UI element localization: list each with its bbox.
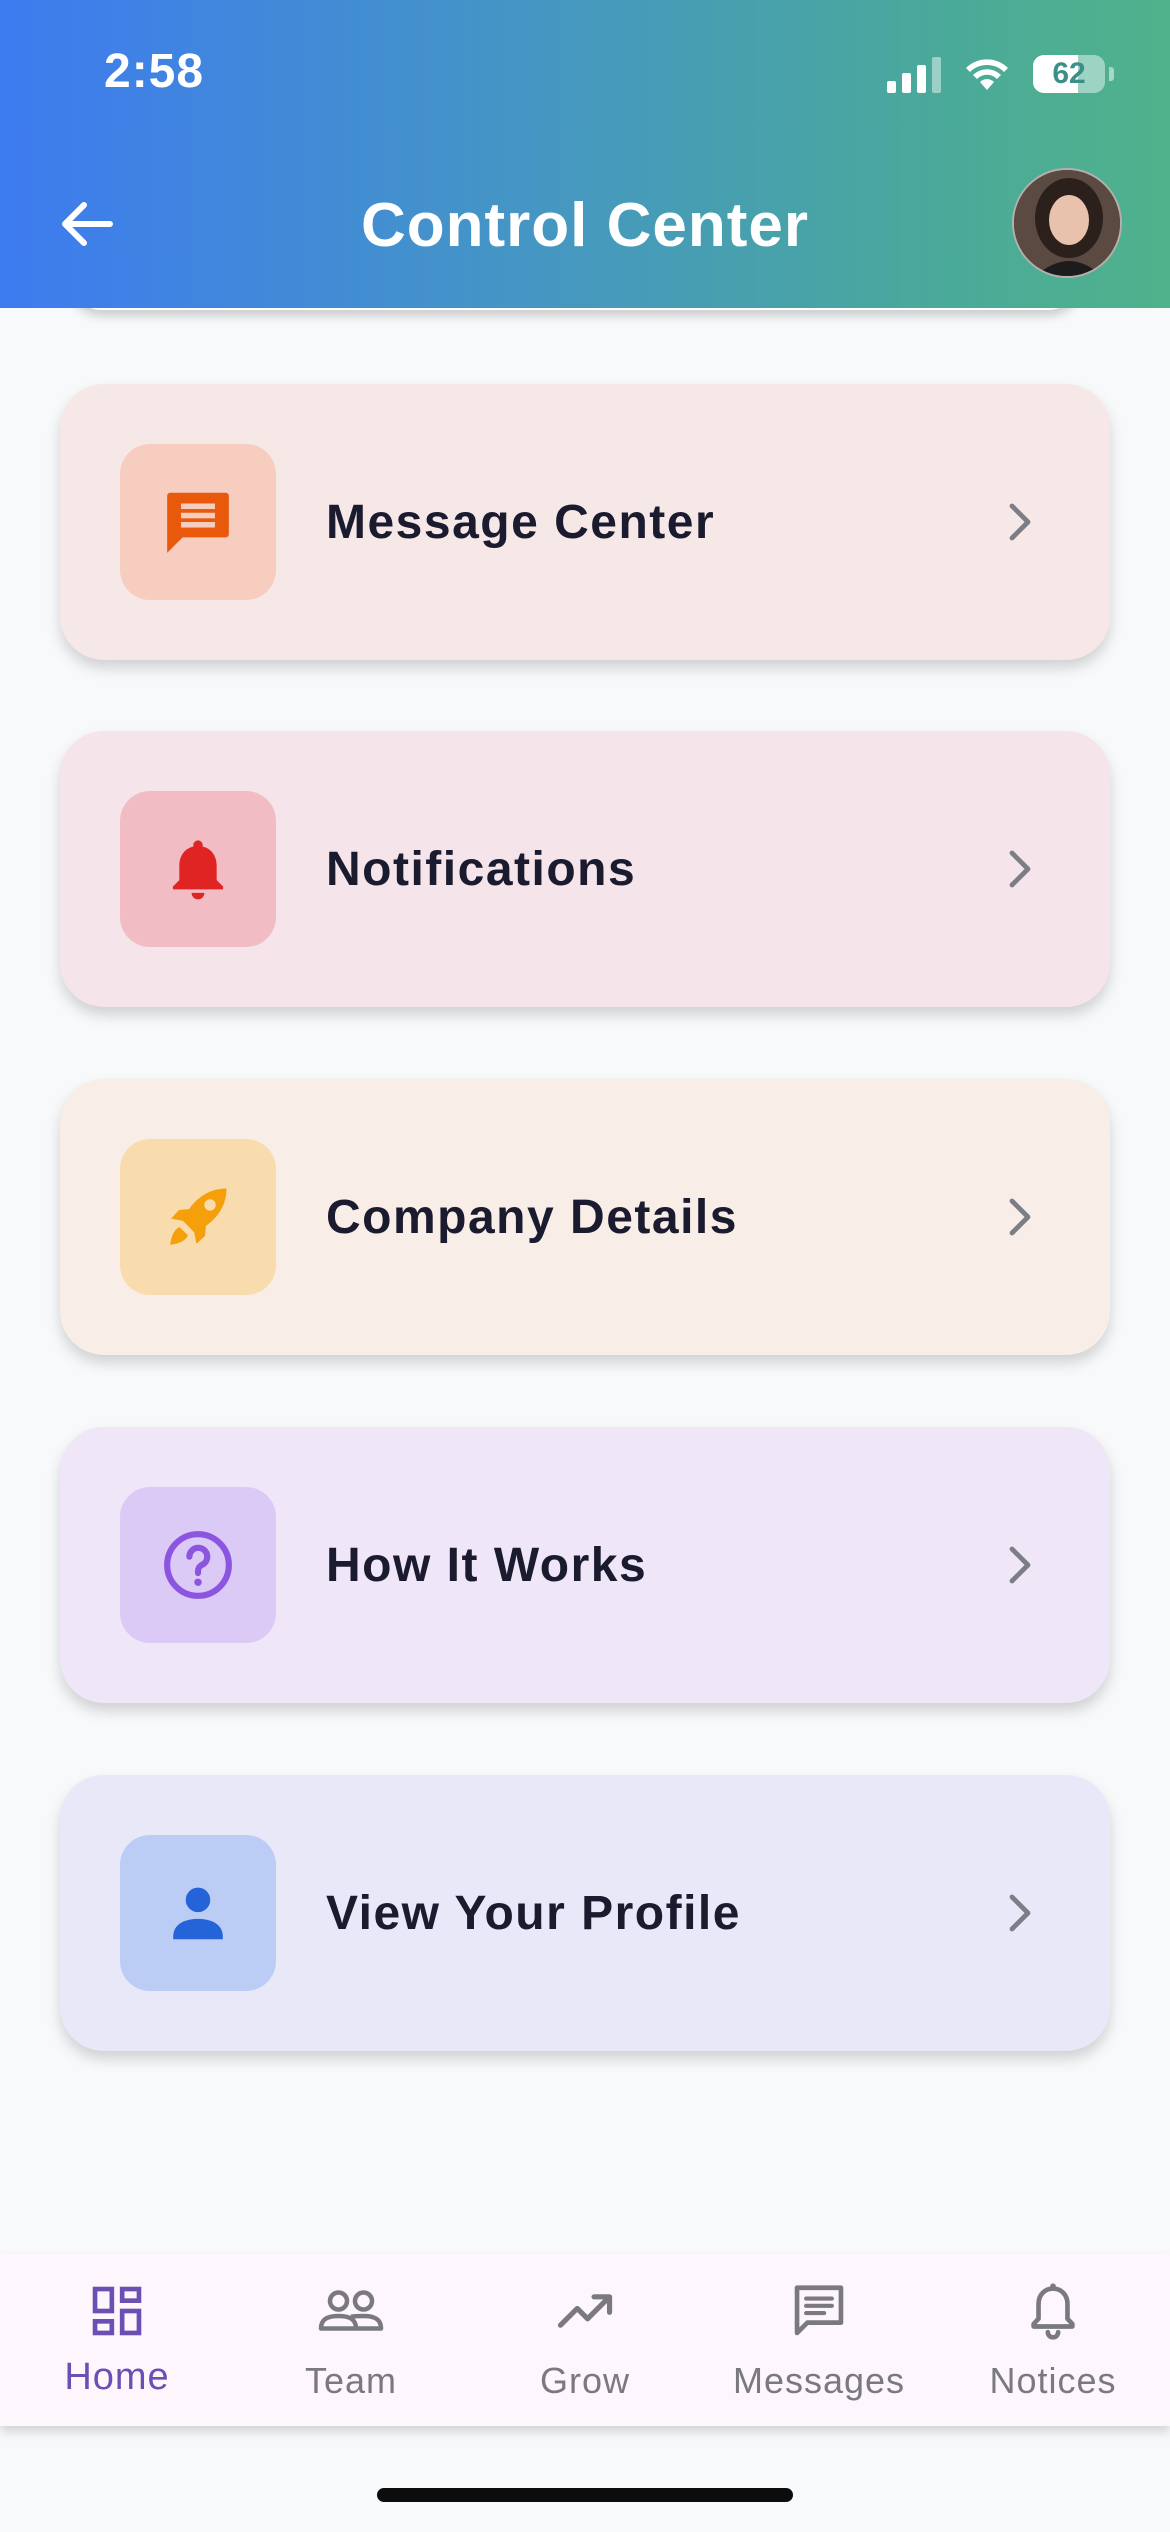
nav-item-home[interactable]: Home: [0, 2254, 234, 2426]
status-time: 2:58: [104, 45, 205, 98]
chevron-right-icon: [1009, 1546, 1031, 1584]
nav-item-team[interactable]: Team: [234, 2254, 468, 2426]
menu-item-message-center[interactable]: Message Center: [60, 384, 1110, 660]
icon-box: [120, 1487, 276, 1643]
page-title: Control Center: [361, 191, 809, 260]
bottom-navigation: Home Team Grow Messages Notices: [0, 2254, 1170, 2426]
bell-outline-icon: [1031, 2283, 1075, 2340]
chat-icon: [794, 2285, 844, 2336]
menu-item-label: Message Center: [326, 495, 716, 549]
icon-box: [120, 1835, 276, 1991]
menu-item-view-profile[interactable]: View Your Profile: [60, 1775, 1110, 2051]
menu-item-company-details[interactable]: Company Details: [60, 1079, 1110, 1355]
person-icon: [173, 1887, 223, 1940]
nav-item-grow[interactable]: Grow: [468, 2254, 702, 2426]
trending-up-icon: [557, 2294, 613, 2328]
menu-item-label: How It Works: [326, 1538, 648, 1592]
nav-label: Notices: [989, 2360, 1117, 2401]
rocket-icon: [170, 1188, 227, 1245]
message-icon: [167, 492, 229, 553]
battery-percent: 62: [1052, 57, 1086, 90]
menu-item-label: Company Details: [326, 1190, 738, 1244]
chevron-right-icon: [1009, 1894, 1031, 1932]
nav-label: Messages: [732, 2360, 906, 2401]
menu-item-notifications[interactable]: Notifications: [60, 731, 1110, 1007]
nav-label: Home: [64, 2356, 170, 2398]
app-header: 2:58 62 Control Center: [0, 0, 1170, 308]
cellular-signal-icon: [887, 55, 941, 93]
chevron-right-icon: [1009, 503, 1031, 541]
chevron-right-icon: [1009, 850, 1031, 888]
dashboard-icon: [92, 2286, 142, 2336]
menu-item-label: Notifications: [326, 842, 637, 896]
icon-box: [120, 1139, 276, 1295]
team-icon: [318, 2290, 384, 2331]
nav-item-messages[interactable]: Messages: [702, 2254, 936, 2426]
battery-nub: [1109, 67, 1114, 81]
menu-item-label: View Your Profile: [326, 1886, 741, 1940]
avatar[interactable]: [1012, 168, 1122, 278]
icon-box: [120, 791, 276, 947]
nav-label: Grow: [539, 2360, 630, 2401]
icon-box: [120, 444, 276, 600]
battery-icon: 62: [1033, 55, 1105, 93]
status-icons: 62: [887, 52, 1114, 96]
nav-item-notices[interactable]: Notices: [936, 2254, 1170, 2426]
menu-item-how-it-works[interactable]: How It Works: [60, 1427, 1110, 1703]
help-circle-icon: [164, 1531, 232, 1599]
wifi-icon: [966, 59, 1008, 90]
chevron-right-icon: [1009, 1198, 1031, 1236]
bell-icon: [172, 840, 224, 900]
home-indicator: [377, 2488, 793, 2502]
user-avatar-image: [1014, 170, 1120, 276]
nav-label: Team: [304, 2360, 398, 2401]
